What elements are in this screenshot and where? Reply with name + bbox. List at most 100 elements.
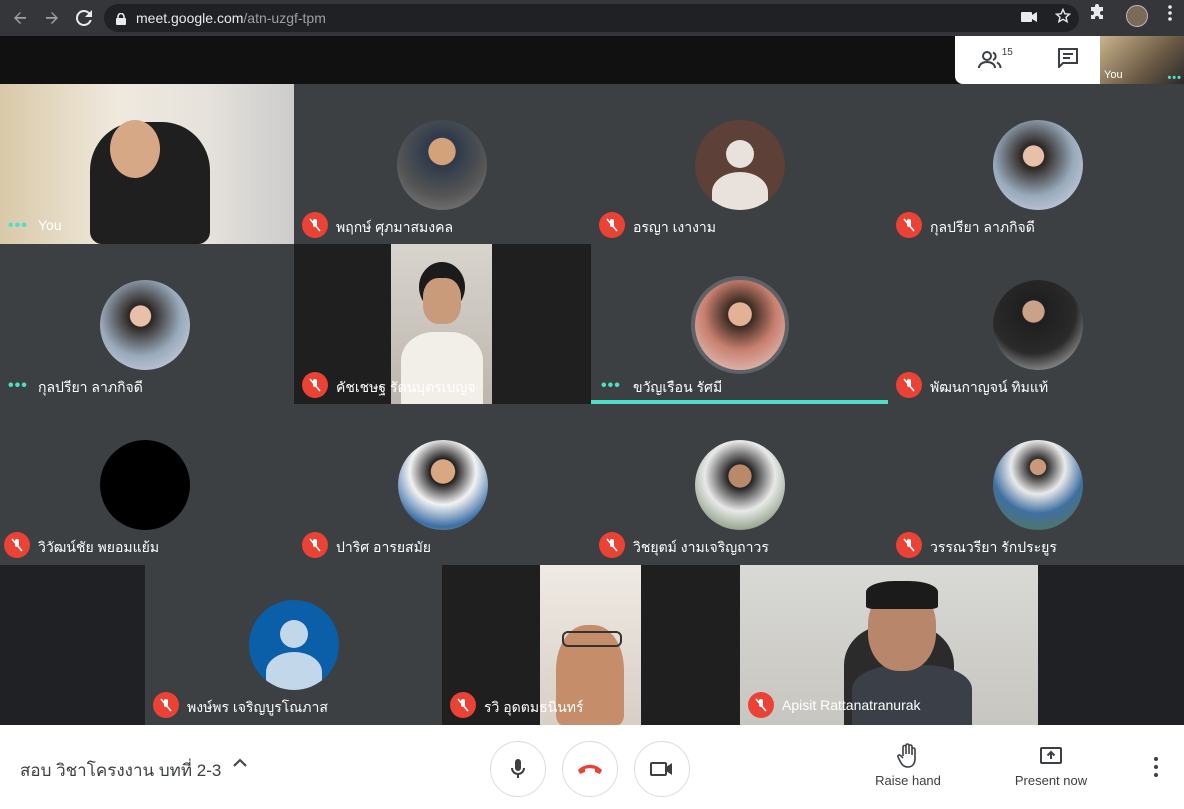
lock-icon — [116, 12, 126, 25]
audio-indicator-icon: ••• — [8, 377, 28, 394]
participant-name: You — [38, 217, 62, 233]
participant-name: Apisit Rattanatranurak — [782, 697, 921, 713]
mic-off-icon — [896, 372, 922, 398]
participant-tile[interactable]: ••• กุลปรียา ลาภกิจดี — [0, 244, 294, 404]
browser-menu-icon[interactable] — [1168, 5, 1172, 26]
participant-count: 15 — [1001, 46, 1013, 58]
mic-off-icon — [302, 532, 328, 558]
participant-tile[interactable]: พงษ์พร เจริญบูรโณภาส — [145, 565, 442, 725]
participant-tile[interactable]: พัฒนกาญจน์ ทิมแท้ — [888, 244, 1184, 404]
participant-avatar — [993, 440, 1083, 530]
reload-button[interactable] — [68, 2, 100, 34]
participant-tile[interactable]: วรรณวรียา รักประยูร — [888, 404, 1184, 565]
people-icon — [977, 51, 1002, 69]
present-now-button[interactable]: Present now — [1008, 743, 1094, 788]
camera-button[interactable] — [634, 741, 690, 797]
mic-off-icon — [153, 692, 179, 718]
leave-call-button[interactable] — [562, 741, 618, 797]
mic-off-icon — [302, 372, 328, 398]
url-path: /atn-uzgf-tpm — [243, 10, 326, 26]
self-view-thumbnail[interactable]: You ••• — [1100, 36, 1184, 84]
audio-indicator-icon: ••• — [8, 217, 28, 234]
forward-button[interactable] — [36, 2, 68, 34]
mic-off-icon — [4, 532, 30, 558]
meeting-controls-bar: สอบ วิชาโครงงาน บทที่ 2-3 Raise hand Pre… — [0, 725, 1184, 809]
arrow-left-icon — [14, 12, 26, 24]
present-now-label: Present now — [1014, 773, 1088, 788]
participant-avatar — [100, 440, 190, 530]
address-bar[interactable]: meet.google.com/atn-uzgf-tpm — [104, 4, 1079, 32]
top-right-panel: 15 — [955, 36, 1101, 84]
microphone-button[interactable] — [490, 741, 546, 797]
participant-tile[interactable]: วิชยุตม์ งามเจริญถาวร — [591, 404, 888, 565]
self-video-face — [110, 120, 160, 178]
participant-tile[interactable]: Apisit Rattanatranurak — [740, 565, 1038, 725]
meet-stage: 15 You ••• ••• You พฤกษ์ ศุภมาสมงคล อรญา… — [0, 36, 1184, 725]
profile-avatar[interactable] — [1126, 4, 1148, 27]
participant-name: รวิ อุดตมธนินทร์ — [484, 699, 584, 715]
participant-name: ปาริศ อารยสมัย — [336, 539, 432, 555]
mic-off-icon — [896, 212, 922, 238]
self-view-label: You — [1104, 69, 1123, 81]
video-camera-icon — [650, 762, 672, 776]
participant-tile-self[interactable]: ••• You — [0, 84, 294, 244]
mic-off-icon — [599, 212, 625, 238]
reload-icon — [76, 10, 92, 26]
bookmark-star-icon[interactable] — [1054, 7, 1072, 29]
mic-off-icon — [599, 532, 625, 558]
url-text: meet.google.com/atn-uzgf-tpm — [136, 10, 326, 26]
mic-off-icon — [748, 692, 774, 718]
participant-name: อรญา เงางาม — [633, 219, 717, 235]
mic-off-icon — [302, 212, 328, 238]
hand-icon — [872, 743, 944, 769]
participant-avatar — [691, 276, 789, 374]
participant-tile[interactable]: ปาริศ อารยสมัย — [294, 404, 591, 565]
participant-avatar — [993, 280, 1083, 370]
participant-avatar — [695, 440, 785, 530]
participant-tile[interactable]: วิวัฒน์ชัย พยอมแย้ม — [0, 404, 294, 565]
participant-video-body — [852, 665, 972, 725]
audio-indicator-icon: ••• — [1167, 72, 1182, 84]
extensions-puzzle-icon[interactable] — [1088, 4, 1106, 27]
audio-indicator-icon: ••• — [601, 377, 621, 394]
participant-tile[interactable]: รวิ อุดตมธนินทร์ — [442, 565, 739, 725]
chevron-up-icon[interactable] — [232, 755, 248, 776]
microphone-icon — [511, 759, 525, 778]
participant-tile-active-speaker[interactable]: ••• ขวัญเรือน รัศมี — [591, 244, 888, 404]
present-screen-icon — [1008, 743, 1094, 769]
chat-icon — [1058, 47, 1079, 69]
participant-tile[interactable]: พฤกษ์ ศุภมาสมงคล — [294, 84, 591, 244]
participant-name: พฤกษ์ ศุภมาสมงคล — [336, 219, 454, 235]
arrow-right-icon — [46, 12, 58, 24]
participant-name: ขวัญเรือน รัศมี — [633, 379, 723, 395]
raise-hand-button[interactable]: Raise hand — [872, 743, 944, 788]
raise-hand-label: Raise hand — [875, 773, 941, 788]
participant-avatar — [398, 440, 488, 530]
url-host: meet.google.com — [136, 10, 244, 26]
more-options-icon[interactable] — [1148, 757, 1164, 777]
mic-off-icon — [450, 692, 476, 718]
participant-name: พัฒนกาญจน์ ทิมแท้ — [930, 379, 1049, 395]
participants-button[interactable]: 15 — [977, 46, 1013, 70]
participant-video-hair — [866, 581, 938, 609]
participant-avatar — [397, 120, 487, 210]
participant-tile[interactable]: คัชเชษฐ รัตนบุตรเบญจ — [294, 244, 591, 404]
participant-tile[interactable]: อรญา เงางาม — [591, 84, 888, 244]
default-avatar — [695, 120, 785, 210]
end-call-icon — [578, 764, 602, 774]
participant-avatar — [993, 120, 1083, 210]
browser-toolbar: meet.google.com/atn-uzgf-tpm — [0, 0, 1184, 36]
back-button[interactable] — [4, 2, 36, 34]
participant-name: กุลปรียา ลาภกิจดี — [930, 219, 1035, 235]
meeting-title[interactable]: สอบ วิชาโครงงาน บทที่ 2-3 — [20, 757, 221, 784]
participant-name: วรรณวรียา รักประยูร — [930, 539, 1057, 555]
default-avatar — [249, 600, 339, 690]
participant-name: วิชยุตม์ งามเจริญถาวร — [633, 539, 769, 555]
mic-off-icon — [896, 532, 922, 558]
participant-avatar — [100, 280, 190, 370]
camera-in-use-icon[interactable] — [1021, 10, 1037, 28]
participant-name: คัชเชษฐ รัตนบุตรเบญจ — [336, 379, 476, 395]
chat-button[interactable] — [1058, 47, 1079, 73]
participant-name: กุลปรียา ลาภกิจดี — [38, 379, 143, 395]
participant-tile[interactable]: กุลปรียา ลาภกิจดี — [888, 84, 1184, 244]
